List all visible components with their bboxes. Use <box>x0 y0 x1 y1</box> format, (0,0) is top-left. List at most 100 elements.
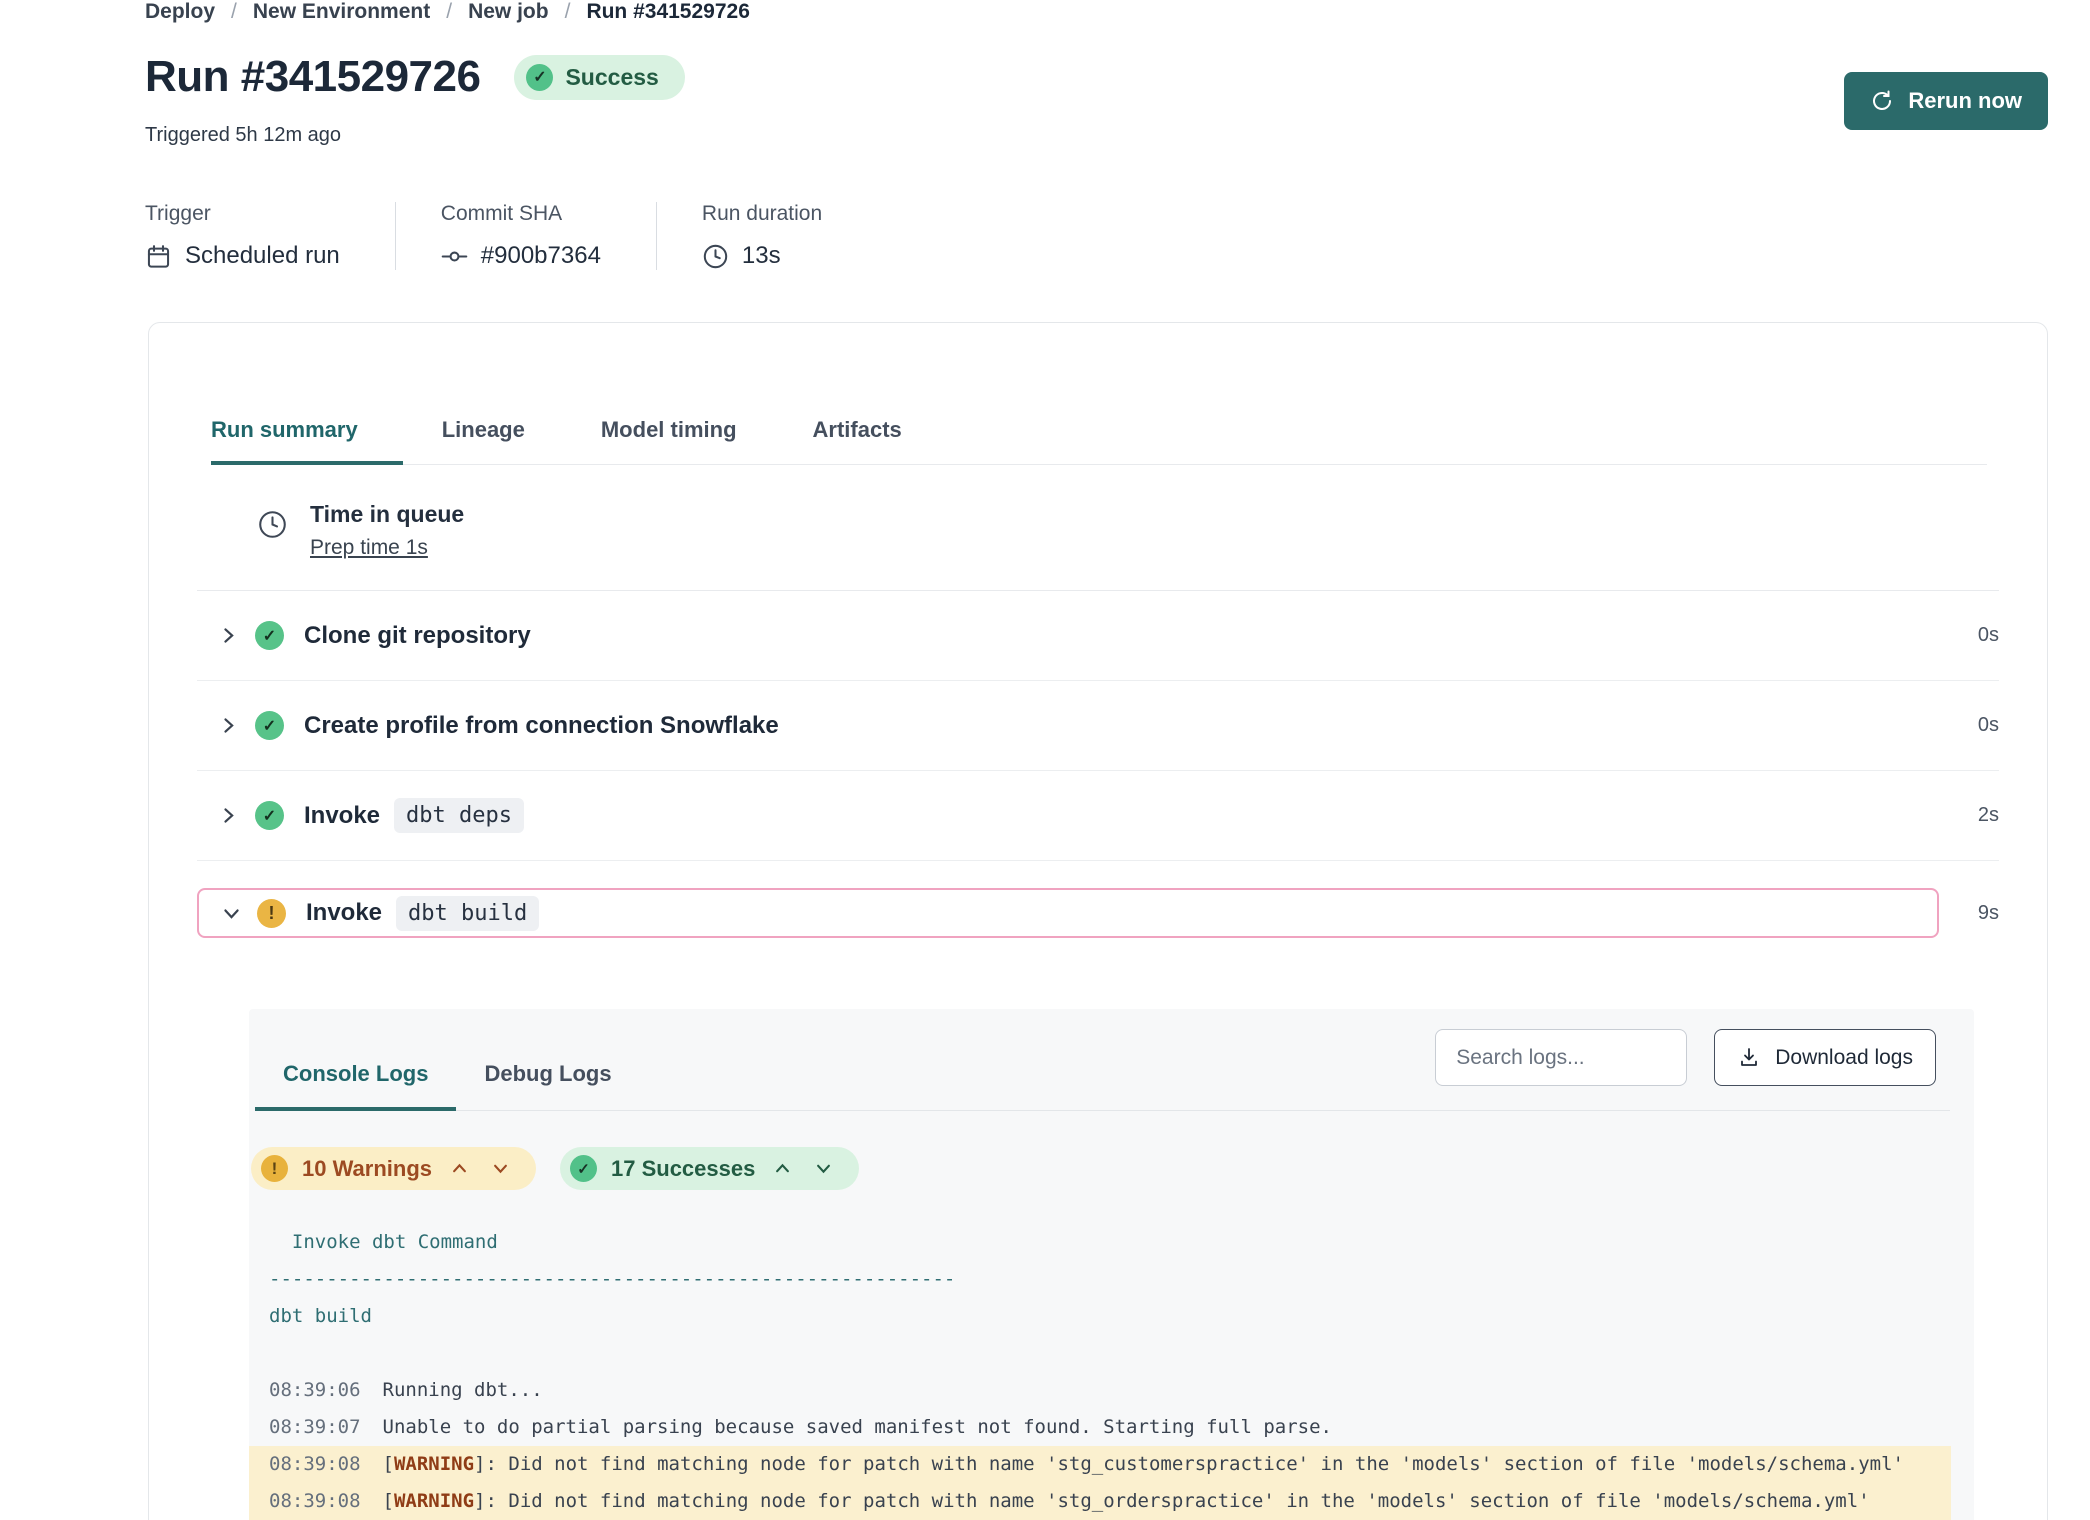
successes-next-button[interactable] <box>810 1163 837 1174</box>
run-summary-card: Run summary Lineage Model timing Artifac… <box>148 322 2048 1520</box>
tab-debug-logs[interactable]: Debug Logs <box>456 1061 639 1111</box>
chevron-right-icon[interactable] <box>221 807 255 824</box>
meta-trigger: Trigger Scheduled run <box>145 202 395 270</box>
run-detail-page: Deploy / New Environment / New job / Run… <box>0 0 2090 1520</box>
warnings-count: 10 Warnings <box>302 1156 432 1182</box>
warnings-prev-button[interactable] <box>446 1163 473 1174</box>
log-line: 08:39:06 Running dbt... <box>249 1372 1951 1409</box>
log-timestamp: 08:39:07 <box>269 1416 361 1438</box>
download-logs-label: Download logs <box>1775 1046 1913 1070</box>
clock-icon <box>257 509 288 560</box>
warnings-next-button[interactable] <box>487 1163 514 1174</box>
run-tabs: Run summary Lineage Model timing Artifac… <box>211 417 1987 465</box>
warning-icon: ! <box>261 1155 288 1182</box>
warnings-badge: ! 10 Warnings <box>251 1147 536 1190</box>
meta-duration: Run duration 13s <box>656 202 877 270</box>
breadcrumb-separator: / <box>446 0 452 24</box>
step-title: Create profile from connection Snowflake <box>304 712 779 740</box>
meta-duration-value: 13s <box>742 242 781 270</box>
warning-tag: [WARNING]: <box>383 1453 497 1475</box>
breadcrumb-deploy[interactable]: Deploy <box>145 0 215 24</box>
refresh-icon <box>1870 89 1894 113</box>
step-duration: 0s <box>1953 714 1999 737</box>
check-circle-icon: ✓ <box>570 1155 597 1182</box>
download-icon <box>1737 1046 1761 1070</box>
breadcrumb-job[interactable]: New job <box>468 0 549 24</box>
rerun-now-label: Rerun now <box>1908 88 2022 114</box>
meta-commit-value: #900b7364 <box>481 242 601 270</box>
log-line-warning: 08:39:08 [WARNING]: Did not find matching… <box>249 1446 1951 1483</box>
tab-artifacts[interactable]: Artifacts <box>776 417 939 465</box>
meta-trigger-value: Scheduled run <box>185 242 340 270</box>
log-timestamp: 08:39:08 <box>269 1453 361 1475</box>
log-divider: ----------------------------------------… <box>249 1261 1974 1298</box>
warning-tag: [WARNING]: <box>383 1490 497 1512</box>
tab-lineage[interactable]: Lineage <box>405 417 562 465</box>
triggered-timestamp: Triggered 5h 12m ago <box>145 124 341 147</box>
step-create-profile[interactable]: ✓ Create profile from connection Snowfla… <box>197 681 1999 771</box>
log-timestamp: 08:39:06 <box>269 1379 361 1401</box>
step-title: Clone git repository <box>304 622 531 650</box>
meta-trigger-label: Trigger <box>145 202 340 226</box>
successes-prev-button[interactable] <box>769 1163 796 1174</box>
download-logs-button[interactable]: Download logs <box>1714 1029 1936 1086</box>
breadcrumb-separator: / <box>565 0 571 24</box>
step-invoke-dbt-deps[interactable]: ✓ Invoke dbt deps 2s <box>197 771 1999 861</box>
status-badge: ✓ Success <box>514 55 684 100</box>
log-command: dbt build <box>249 1298 1974 1335</box>
selected-step-outline[interactable]: ! Invoke dbt build <box>197 888 1939 938</box>
warning-icon: ! <box>257 899 286 928</box>
calendar-icon <box>145 243 172 270</box>
time-in-queue-section: Time in queue Prep time 1s <box>197 501 1999 591</box>
step-invoke-dbt-build[interactable]: ! Invoke dbt build 9s <box>197 861 1999 965</box>
step-duration: 0s <box>1953 624 1999 647</box>
log-timestamp: 08:39:08 <box>269 1490 361 1512</box>
tab-console-logs[interactable]: Console Logs <box>255 1061 456 1111</box>
chevron-right-icon[interactable] <box>221 717 255 734</box>
prep-time-link[interactable]: Prep time 1s <box>310 536 428 560</box>
log-command-header: Invoke dbt Command <box>249 1224 1974 1261</box>
step-title: Invoke <box>306 899 382 927</box>
check-circle-icon: ✓ <box>526 64 553 91</box>
log-message: Running dbt... <box>383 1379 543 1401</box>
log-message: Did not find matching node for patch wit… <box>508 1490 1869 1512</box>
breadcrumb-separator: / <box>231 0 237 24</box>
rerun-now-button[interactable]: Rerun now <box>1844 72 2048 130</box>
successes-count: 17 Successes <box>611 1156 755 1182</box>
breadcrumb: Deploy / New Environment / New job / Run… <box>145 0 750 24</box>
commit-icon <box>441 243 468 270</box>
step-clone-git-repository[interactable]: ✓ Clone git repository 0s <box>197 591 1999 681</box>
logs-panel: Download logs Console Logs Debug Logs ! … <box>249 1009 1974 1520</box>
tab-model-timing[interactable]: Model timing <box>564 417 774 465</box>
step-duration: 2s <box>1953 804 1999 827</box>
run-steps-list: ✓ Clone git repository 0s ✓ Create profi… <box>197 591 1999 965</box>
meta-duration-label: Run duration <box>702 202 822 226</box>
breadcrumb-environment[interactable]: New Environment <box>253 0 430 24</box>
time-in-queue-title: Time in queue <box>310 501 464 528</box>
status-badge-label: Success <box>565 64 658 91</box>
success-check-icon: ✓ <box>255 621 284 650</box>
step-command-chip: dbt deps <box>394 798 524 833</box>
page-title: Run #341529726 <box>145 52 480 102</box>
step-title: Invoke <box>304 802 380 830</box>
breadcrumb-run: Run #341529726 <box>586 0 749 24</box>
step-duration: 9s <box>1953 902 1999 925</box>
run-meta: Trigger Scheduled run Commit SHA <box>145 202 877 270</box>
successes-badge: ✓ 17 Successes <box>560 1147 859 1190</box>
log-line: 08:39:07 Unable to do partial parsing bec… <box>249 1409 1951 1446</box>
log-message: Unable to do partial parsing because sav… <box>383 1416 1332 1438</box>
log-line-warning: 08:39:08 [WARNING]: Did not find matching… <box>249 1483 1951 1520</box>
chevron-down-icon[interactable] <box>223 906 257 921</box>
meta-commit: Commit SHA #900b7364 <box>395 202 656 270</box>
step-command-chip: dbt build <box>396 896 539 931</box>
success-check-icon: ✓ <box>255 801 284 830</box>
search-logs-input[interactable] <box>1435 1029 1687 1086</box>
meta-commit-label: Commit SHA <box>441 202 601 226</box>
log-output[interactable]: Invoke dbt Command ---------------------… <box>249 1224 1974 1520</box>
clock-icon <box>702 243 729 270</box>
log-message: Did not find matching node for patch wit… <box>508 1453 1904 1475</box>
success-check-icon: ✓ <box>255 711 284 740</box>
log-summary-badges: ! 10 Warnings ✓ 17 Successes <box>251 1147 1974 1190</box>
chevron-right-icon[interactable] <box>221 627 255 644</box>
tab-run-summary[interactable]: Run summary <box>211 417 403 465</box>
